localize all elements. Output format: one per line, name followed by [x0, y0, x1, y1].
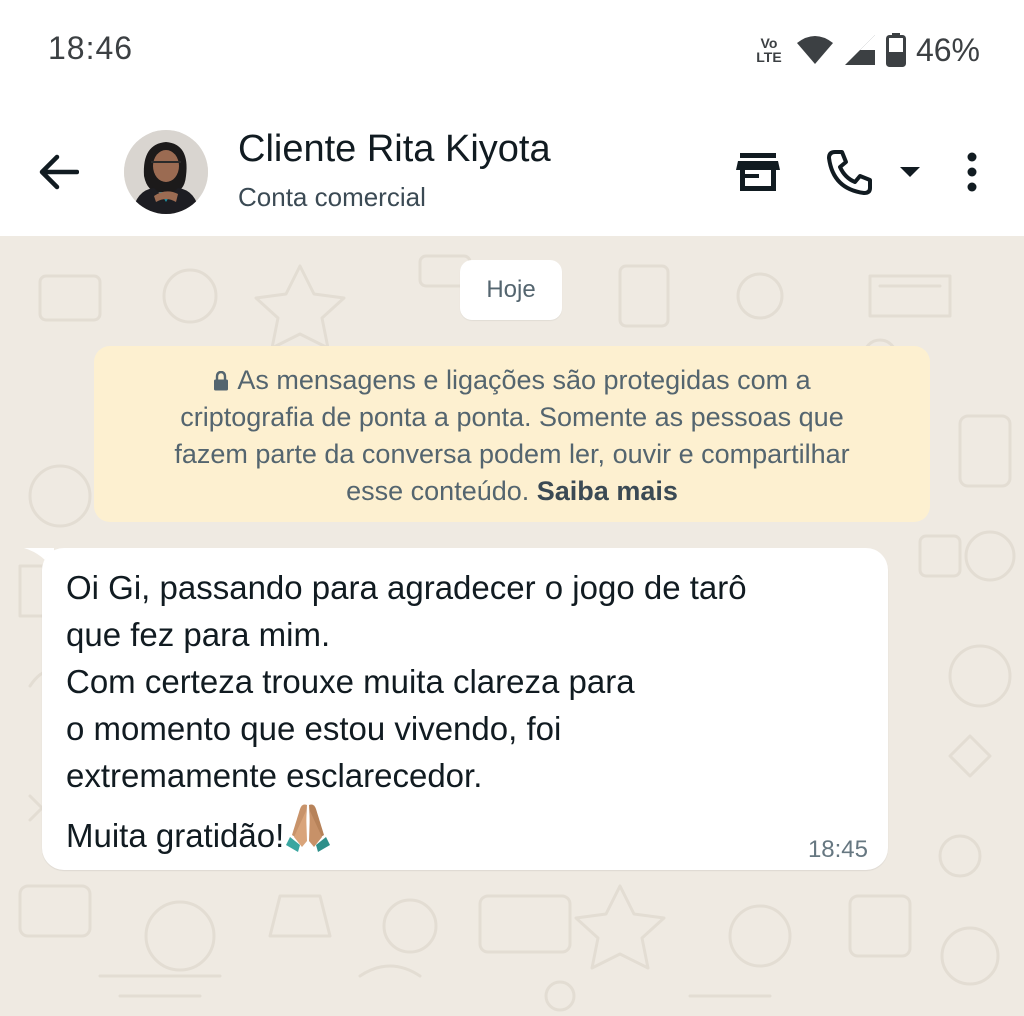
date-chip: Hoje [460, 260, 562, 320]
lock-icon [214, 371, 229, 391]
encryption-notice[interactable]: As mensagens e ligações são protegidas c… [94, 346, 930, 522]
encryption-text-3: fazem parte da conversa podem ler, ouvir… [174, 439, 850, 469]
contact-name[interactable]: Cliente Rita Kiyota [238, 128, 551, 171]
contact-subtitle: Conta comercial [238, 182, 426, 212]
encryption-line-4: esse conteúdo. Saiba mais [112, 473, 912, 510]
more-vert-icon [967, 152, 977, 192]
avatar-photo [124, 130, 208, 214]
caret-down-icon [900, 167, 920, 177]
folded-hands-icon [286, 804, 331, 852]
message-line: extremamente esclarecedor. [66, 757, 483, 794]
message-line: que fez para mim. [66, 616, 331, 653]
more-options-button[interactable] [950, 144, 994, 200]
chat-header: Cliente Rita Kiyota Conta comercial [0, 100, 1024, 236]
volte-label-bottom: LTE [756, 49, 782, 65]
battery-percent: 46% [915, 31, 980, 68]
chat-area[interactable]: Hoje As mensagens e ligações são protegi… [0, 236, 1024, 1016]
store-icon [736, 153, 780, 191]
status-time: 18:46 [48, 30, 134, 66]
catalog-button[interactable] [728, 146, 788, 198]
status-icons: Vo LTE 46% [752, 30, 980, 70]
status-bar: 18:46 Vo LTE 46% [0, 0, 1024, 100]
encryption-text-1: As mensagens e ligações são protegidas c… [237, 365, 811, 395]
volte-icon: Vo LTE [752, 36, 786, 64]
back-arrow-icon [39, 154, 79, 190]
back-button[interactable] [30, 148, 86, 196]
message-line: Com certeza trouxe muita clareza para [66, 663, 635, 700]
message-line: Oi Gi, passando para agradecer o jogo de… [66, 569, 747, 606]
message-line: o momento que estou vivendo, foi [66, 710, 562, 747]
cell-signal-icon [844, 35, 875, 65]
call-button[interactable] [820, 144, 926, 200]
message-line: Muita gratidão! [66, 817, 285, 854]
phone-icon [827, 150, 872, 195]
battery-icon [885, 33, 906, 67]
learn-more-link[interactable]: Saiba mais [537, 476, 678, 506]
message-time: 18:45 [807, 836, 868, 863]
wifi-icon [796, 36, 833, 64]
message-last-line: Muita gratidão! [66, 801, 864, 859]
encryption-line-1: As mensagens e ligações são protegidas c… [112, 362, 912, 399]
encryption-text-2: criptografia de ponta a ponta. Somente a… [180, 402, 844, 432]
encryption-text-4: esse conteúdo. [346, 476, 530, 506]
volte-label-top: Vo [760, 35, 778, 51]
contact-avatar[interactable] [124, 130, 208, 214]
incoming-message-bubble[interactable]: Oi Gi, passando para agradecer o jogo de… [42, 548, 888, 870]
